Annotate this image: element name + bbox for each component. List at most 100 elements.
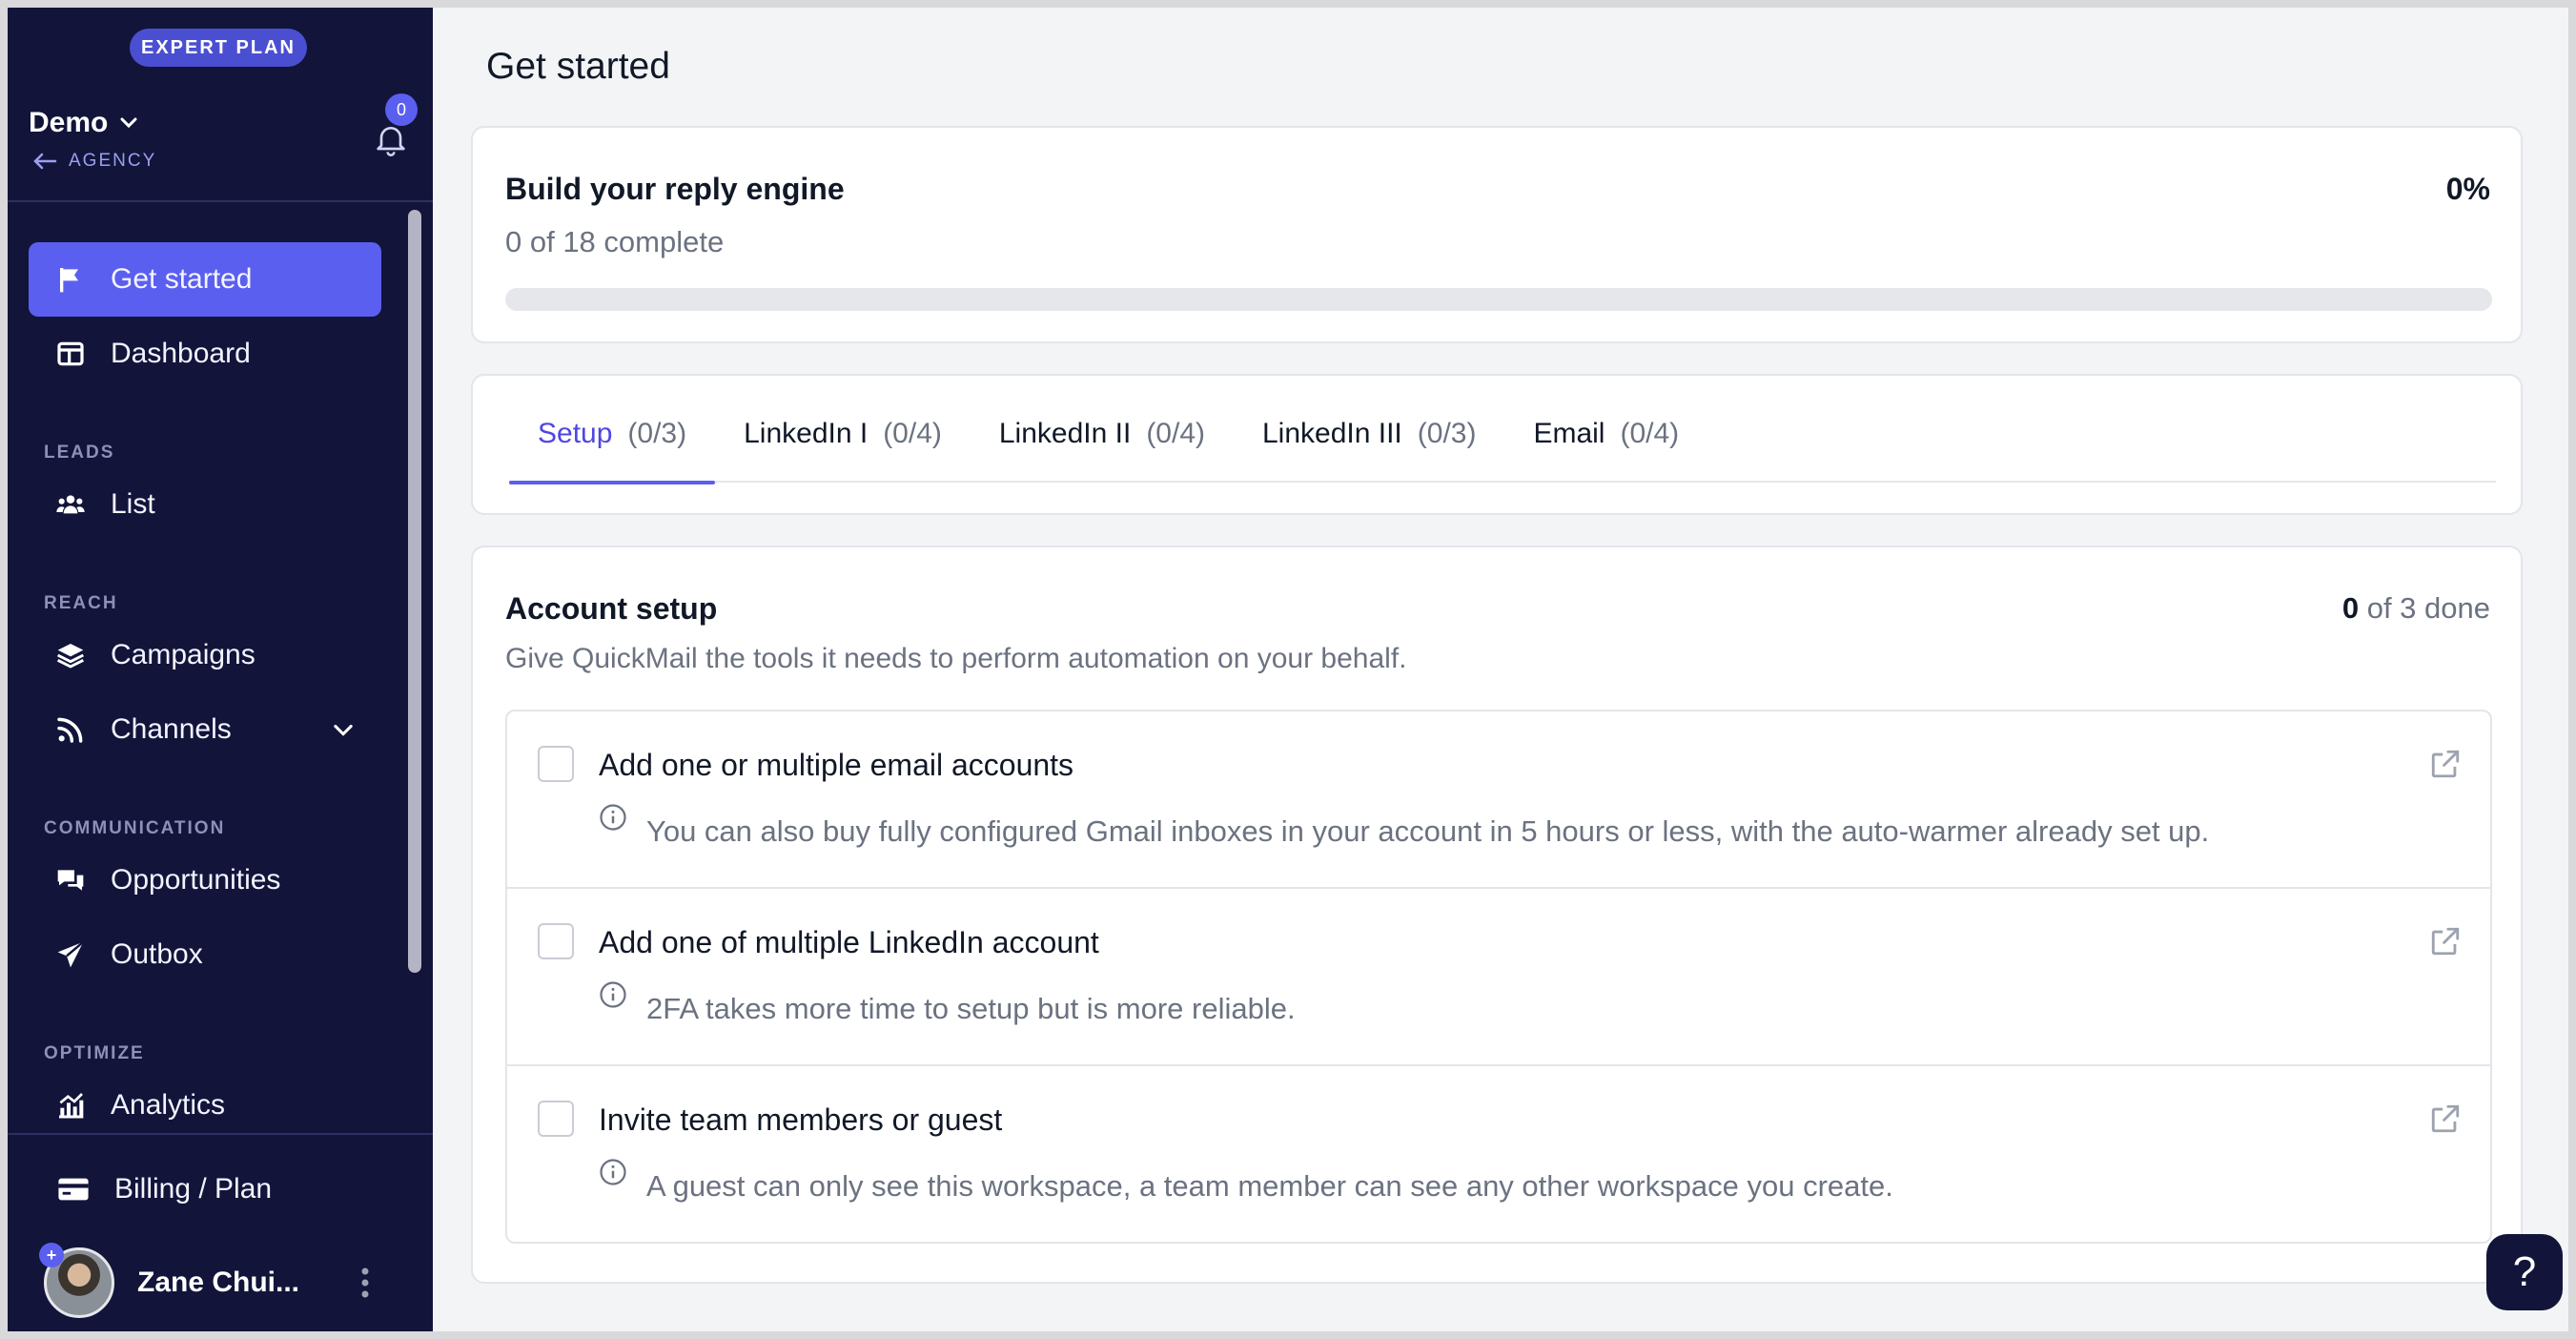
tab-linkedin-ii[interactable]: LinkedIn II (0/4) bbox=[971, 418, 1234, 483]
tab-label: Email bbox=[1533, 418, 1605, 449]
done-count: 0 bbox=[2341, 591, 2360, 625]
sidebar-item-opportunities[interactable]: Opportunities bbox=[29, 843, 381, 917]
task-note: You can also buy fully configured Gmail … bbox=[646, 814, 2210, 848]
back-to-agency-link[interactable]: AGENCY bbox=[32, 151, 156, 172]
external-link-icon[interactable] bbox=[2429, 1102, 2462, 1135]
workspace-name: Demo bbox=[29, 107, 109, 138]
section-label-communication: COMMUNICATION bbox=[44, 818, 226, 838]
tabs-card: Setup (0/3) LinkedIn I (0/4) LinkedIn II… bbox=[471, 374, 2523, 515]
bell-icon[interactable] bbox=[372, 120, 410, 158]
sidebar-item-label: Campaigns bbox=[111, 639, 256, 670]
credit-card-icon bbox=[58, 1178, 89, 1201]
page-title: Get started bbox=[486, 46, 670, 87]
tab-label: LinkedIn I bbox=[744, 418, 869, 449]
sidebar-item-get-started[interactable]: Get started bbox=[29, 242, 381, 317]
tab-linkedin-i[interactable]: LinkedIn I (0/4) bbox=[715, 418, 971, 483]
progress-percent: 0% bbox=[2445, 172, 2490, 206]
chevron-down-icon bbox=[334, 724, 353, 736]
tab-count: (0/3) bbox=[627, 418, 687, 449]
account-setup-card: Account setup Give QuickMail the tools i… bbox=[471, 546, 2523, 1284]
user-menu[interactable]: + Zane Chui... bbox=[39, 1243, 300, 1318]
tab-label: Setup bbox=[538, 418, 613, 449]
info-icon bbox=[600, 1159, 626, 1185]
progress-title: Build your reply engine bbox=[505, 172, 845, 206]
sidebar-item-list[interactable]: List bbox=[29, 467, 381, 542]
section-description: Give QuickMail the tools it needs to per… bbox=[505, 643, 1407, 674]
notification-count-badge: 0 bbox=[385, 93, 418, 126]
section-label-optimize: OPTIMIZE bbox=[44, 1043, 145, 1063]
back-label: AGENCY bbox=[69, 151, 157, 171]
task-note: 2FA takes more time to setup but is more… bbox=[646, 992, 1296, 1025]
main-content: Get started Build your reply engine 0 of… bbox=[433, 8, 2568, 1331]
tab-count: (0/4) bbox=[883, 418, 942, 449]
tab-linkedin-iii[interactable]: LinkedIn III (0/3) bbox=[1234, 418, 1504, 483]
progress-card: Build your reply engine 0 of 18 complete… bbox=[471, 126, 2523, 343]
user-name: Zane Chui... bbox=[137, 1267, 300, 1298]
info-icon bbox=[600, 804, 626, 831]
external-link-icon[interactable] bbox=[2429, 748, 2462, 780]
sidebar-nav: Get started Dashboard LEADS List REACH C… bbox=[8, 204, 404, 1141]
sidebar-item-dashboard[interactable]: Dashboard bbox=[29, 317, 381, 391]
section-label-leads: LEADS bbox=[44, 443, 115, 463]
tab-label: LinkedIn III bbox=[1262, 418, 1402, 449]
add-icon[interactable]: + bbox=[39, 1243, 64, 1267]
layers-icon bbox=[57, 644, 84, 669]
task-checkbox[interactable] bbox=[538, 746, 574, 782]
task-checkbox[interactable] bbox=[538, 923, 574, 959]
sidebar-scrollbar[interactable] bbox=[408, 210, 421, 973]
done-counter: 0 of 3 done bbox=[2342, 591, 2490, 626]
users-icon bbox=[56, 495, 85, 514]
task-title[interactable]: Add one or multiple email accounts bbox=[599, 748, 1073, 783]
task-note: A guest can only see this workspace, a t… bbox=[646, 1169, 1893, 1203]
sidebar-item-campaigns[interactable]: Campaigns bbox=[29, 618, 381, 692]
task-item: Add one of multiple LinkedIn account 2FA… bbox=[507, 889, 2490, 1066]
billing-label: Billing / Plan bbox=[114, 1173, 273, 1205]
workspace-header: EXPERT PLAN Demo AGENCY 0 bbox=[8, 8, 433, 202]
tab-bar: Setup (0/3) LinkedIn I (0/4) LinkedIn II… bbox=[509, 418, 2496, 484]
rss-icon bbox=[57, 717, 83, 743]
more-options-icon[interactable] bbox=[360, 1267, 370, 1299]
sidebar-item-label: Outbox bbox=[111, 938, 203, 970]
task-checkbox[interactable] bbox=[538, 1101, 574, 1137]
external-link-icon[interactable] bbox=[2429, 925, 2462, 958]
tab-count: (0/4) bbox=[1146, 418, 1205, 449]
task-item: Add one or multiple email accounts You c… bbox=[507, 711, 2490, 889]
analytics-icon bbox=[59, 1093, 84, 1119]
sidebar-item-label: Dashboard bbox=[111, 338, 251, 369]
sidebar: EXPERT PLAN Demo AGENCY 0 Get started Da… bbox=[8, 8, 433, 1331]
tab-setup[interactable]: Setup (0/3) bbox=[509, 418, 716, 484]
billing-plan-link[interactable]: Billing / Plan bbox=[57, 1173, 272, 1205]
tab-count: (0/3) bbox=[1417, 418, 1477, 449]
chat-icon bbox=[57, 870, 84, 891]
send-icon bbox=[57, 940, 85, 968]
tab-count: (0/4) bbox=[1620, 418, 1680, 449]
avatar[interactable]: + bbox=[39, 1243, 114, 1318]
sidebar-item-channels[interactable]: Channels bbox=[29, 692, 381, 767]
done-suffix: of 3 done bbox=[2366, 591, 2490, 625]
info-icon bbox=[600, 981, 626, 1008]
sidebar-item-outbox[interactable]: Outbox bbox=[29, 917, 381, 992]
dashboard-icon bbox=[57, 341, 84, 366]
sidebar-item-label: Get started bbox=[111, 263, 253, 295]
tab-email[interactable]: Email (0/4) bbox=[1504, 418, 1707, 483]
task-item: Invite team members or guest A guest can… bbox=[507, 1066, 2490, 1242]
section-title: Account setup bbox=[505, 591, 718, 626]
task-title[interactable]: Add one of multiple LinkedIn account bbox=[599, 925, 1099, 960]
task-list: Add one or multiple email accounts You c… bbox=[505, 710, 2492, 1244]
sidebar-footer: Billing / Plan + Zane Chui... bbox=[8, 1133, 433, 1331]
workspace-switcher[interactable]: Demo bbox=[29, 107, 140, 139]
progress-bar bbox=[505, 288, 2492, 311]
tab-label: LinkedIn II bbox=[998, 418, 1132, 449]
arrow-left-icon bbox=[33, 153, 57, 170]
progress-subtitle: 0 of 18 complete bbox=[505, 225, 725, 258]
help-button[interactable]: ? bbox=[2486, 1234, 2563, 1310]
task-title[interactable]: Invite team members or guest bbox=[599, 1102, 1002, 1138]
chevron-down-icon bbox=[120, 117, 137, 129]
section-label-reach: REACH bbox=[44, 593, 118, 613]
sidebar-item-label: Opportunities bbox=[111, 864, 281, 896]
plan-badge[interactable]: EXPERT PLAN bbox=[130, 29, 307, 67]
app-window: EXPERT PLAN Demo AGENCY 0 Get started Da… bbox=[8, 8, 2568, 1331]
sidebar-item-label: Channels bbox=[111, 713, 232, 745]
sidebar-item-analytics[interactable]: Analytics bbox=[29, 1068, 381, 1141]
sidebar-item-label: List bbox=[111, 488, 155, 520]
